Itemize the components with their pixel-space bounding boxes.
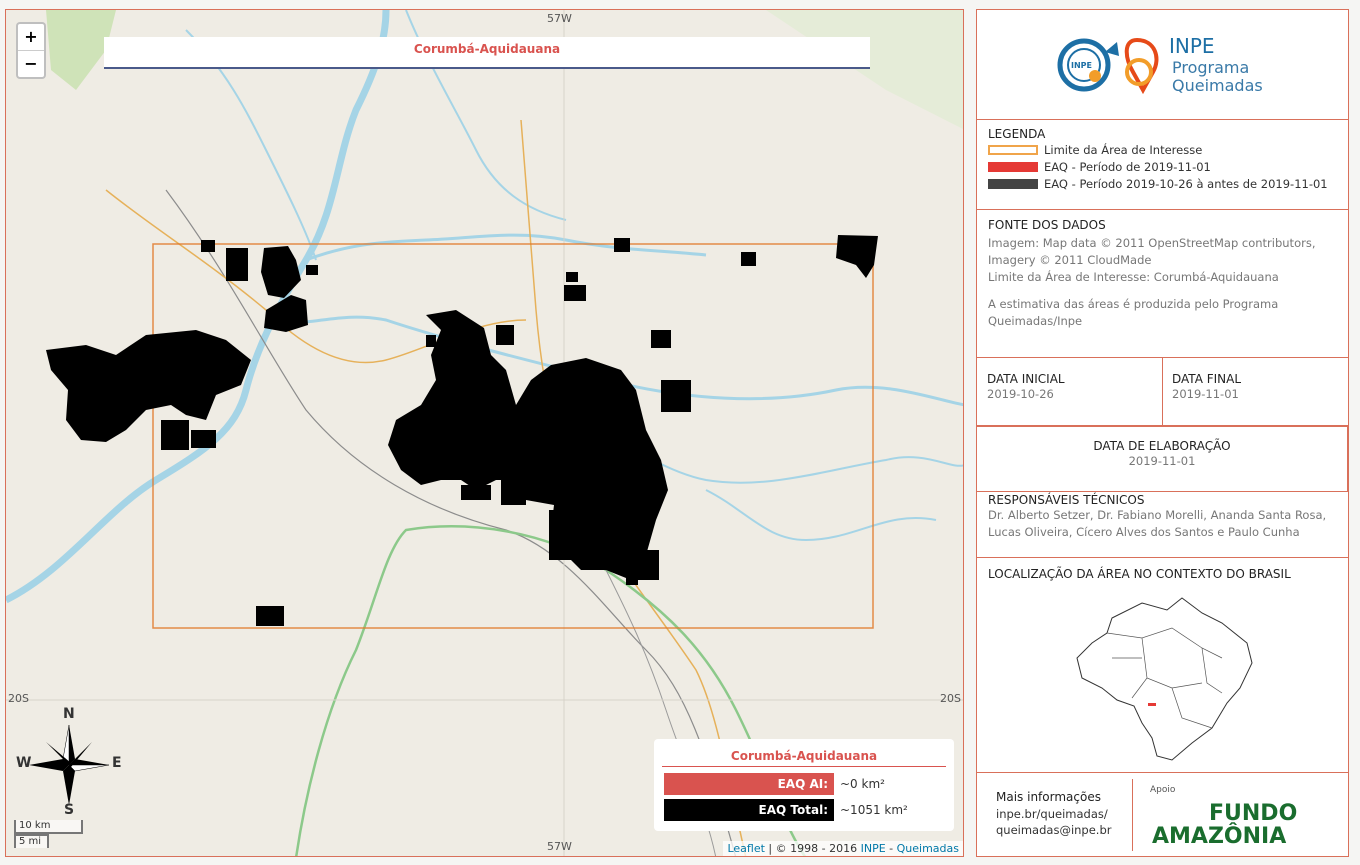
dates-section: DATA INICIAL 2019-10-26 DATA FINAL 2019-… — [977, 358, 1348, 426]
inpe-logo-icon — [1057, 37, 1159, 95]
support-label: Apoio — [1150, 785, 1176, 795]
legend-title: LEGENDA — [988, 127, 1046, 141]
compass-rose: N S W E — [14, 706, 124, 820]
location-title: LOCALIZAÇÃO DA ÁREA NO CONTEXTO DO BRASI… — [988, 567, 1291, 581]
map-title: Corumbá-Aquidauana — [104, 37, 870, 69]
zoom-out-button[interactable]: − — [18, 50, 44, 77]
legend-label: Limite da Área de Interesse — [1044, 142, 1203, 157]
stats-title: Corumbá-Aquidauana — [662, 749, 946, 767]
legend-item: EAQ - Período de 2019-11-01 — [988, 158, 1348, 175]
more-info-email[interactable]: queimadas@inpe.br — [996, 822, 1112, 838]
brazil-map-icon — [1076, 597, 1253, 761]
logo-inpe: INPE — [1169, 34, 1215, 58]
made-date-section: DATA DE ELABORAÇÃO 2019-11-01 — [977, 426, 1348, 492]
zoom-control: + − — [16, 22, 46, 79]
compass-e: E — [112, 755, 122, 771]
legend-swatch — [988, 144, 1038, 155]
map-canvas[interactable] — [6, 10, 964, 857]
sources-title: FONTE DOS DADOS — [988, 218, 1106, 232]
compass-s: S — [64, 802, 75, 818]
more-info-url[interactable]: inpe.br/queimadas/ — [996, 806, 1112, 822]
legend-item: Limite da Área de Interesse — [988, 141, 1348, 158]
compass-w: W — [16, 755, 32, 771]
logo-section: INPE INPE Programa Queimadas — [977, 10, 1348, 120]
info-panel: INPE INPE Programa Queimadas LEGENDA Lim… — [976, 9, 1349, 857]
sources-line-2: Imagery © 2011 CloudMade — [988, 253, 1152, 267]
eaq-ai-label: EAQ AI: — [664, 773, 834, 795]
more-info-block: Mais informações inpe.br/queimadas/ quei… — [996, 790, 1112, 838]
fundo-logo-text: FUNDO — [1209, 801, 1298, 826]
attribution-dash: - — [885, 842, 897, 855]
responsible-title: RESPONSÁVEIS TÉCNICOS — [988, 493, 1145, 507]
sources-line-5: Queimadas/Inpe — [988, 314, 1083, 328]
eaq-ai-value: ~0 km² — [840, 777, 885, 791]
legend-swatch — [988, 178, 1038, 189]
scale-bar: 10 km 5 mi — [14, 820, 134, 852]
sources-line-3: Limite da Área de Interesse: Corumbá-Aqu… — [988, 270, 1279, 284]
legend-label: EAQ - Período 2019-10-26 à antes de 2019… — [1044, 176, 1328, 191]
queimadas-link[interactable]: Queimadas — [897, 842, 959, 855]
sources-line-4: A estimativa das áreas é produzida pelo … — [988, 297, 1279, 311]
responsible-line-2: Lucas Oliveira, Cícero Alves dos Santos … — [988, 525, 1300, 539]
coord-label-right: 20S — [940, 692, 961, 705]
area-stats-box: Corumbá-Aquidauana EAQ AI: ~0 km² EAQ To… — [654, 739, 954, 831]
eaq-total-value: ~1051 km² — [840, 803, 908, 817]
scale-mi: 5 mi — [14, 834, 49, 848]
responsible-section: RESPONSÁVEIS TÉCNICOS Dr. Alberto Setzer… — [977, 492, 1348, 558]
legend-swatch — [988, 161, 1038, 172]
legend-item: EAQ - Período 2019-10-26 à antes de 2019… — [988, 175, 1348, 192]
sources-section: FONTE DOS DADOS Imagem: Map data © 2011 … — [977, 210, 1348, 358]
logo-queimadas: Queimadas — [1172, 76, 1263, 95]
more-info-title: Mais informações — [996, 790, 1101, 804]
end-date-value: 2019-11-01 — [1172, 387, 1239, 401]
start-date: DATA INICIAL 2019-10-26 — [987, 372, 1065, 403]
eaq-total-label: EAQ Total: — [664, 799, 834, 821]
sources-line-1: Imagem: Map data © 2011 OpenStreetMap co… — [988, 236, 1316, 250]
made-date-label: DATA DE ELABORAÇÃO — [1093, 439, 1231, 453]
scale-km: 10 km — [14, 820, 83, 834]
attribution-text: | © 1998 - 2016 — [764, 842, 861, 855]
legend-list: Limite da Área de Interesse EAQ - Período… — [988, 141, 1348, 192]
responsible-line-1: Dr. Alberto Setzer, Dr. Fabiano Morelli,… — [988, 508, 1327, 522]
date-divider — [1162, 358, 1163, 425]
map-attribution: Leaflet | © 1998 - 2016 INPE - Queimadas — [723, 841, 963, 856]
inpe-small-text: INPE — [1071, 61, 1092, 70]
amazonia-logo-text: AMAZÔNIA — [1152, 824, 1287, 849]
inpe-link[interactable]: INPE — [861, 842, 886, 855]
made-date-value: 2019-11-01 — [1128, 454, 1196, 468]
legend-label: EAQ - Período de 2019-11-01 — [1044, 159, 1211, 174]
stats-row-total: EAQ Total: ~1051 km² — [664, 799, 944, 821]
info-divider — [1132, 779, 1133, 851]
legend-section: LEGENDA Limite da Área de Interesse EAQ -… — [977, 120, 1348, 210]
zoom-in-button[interactable]: + — [18, 24, 44, 50]
map-view[interactable]: + − Corumbá-Aquidauana 57W 57W 20S 20S N… — [5, 9, 964, 857]
coord-label-bottom: 57W — [547, 840, 572, 853]
stats-row-ai: EAQ AI: ~0 km² — [664, 773, 944, 795]
leaflet-link[interactable]: Leaflet — [727, 842, 764, 855]
more-info-section: Mais informações inpe.br/queimadas/ quei… — [977, 773, 1348, 856]
area-location-marker — [1148, 703, 1156, 706]
logo-programa: Programa — [1172, 58, 1250, 77]
coord-label-top: 57W — [547, 12, 572, 25]
location-section: LOCALIZAÇÃO DA ÁREA NO CONTEXTO DO BRASI… — [977, 558, 1348, 773]
coord-label-left: 20S — [8, 692, 29, 705]
start-date-value: 2019-10-26 — [987, 387, 1054, 401]
compass-n: N — [63, 706, 75, 722]
start-date-label: DATA INICIAL — [987, 372, 1065, 386]
end-date: DATA FINAL 2019-11-01 — [1172, 372, 1241, 403]
end-date-label: DATA FINAL — [1172, 372, 1242, 386]
